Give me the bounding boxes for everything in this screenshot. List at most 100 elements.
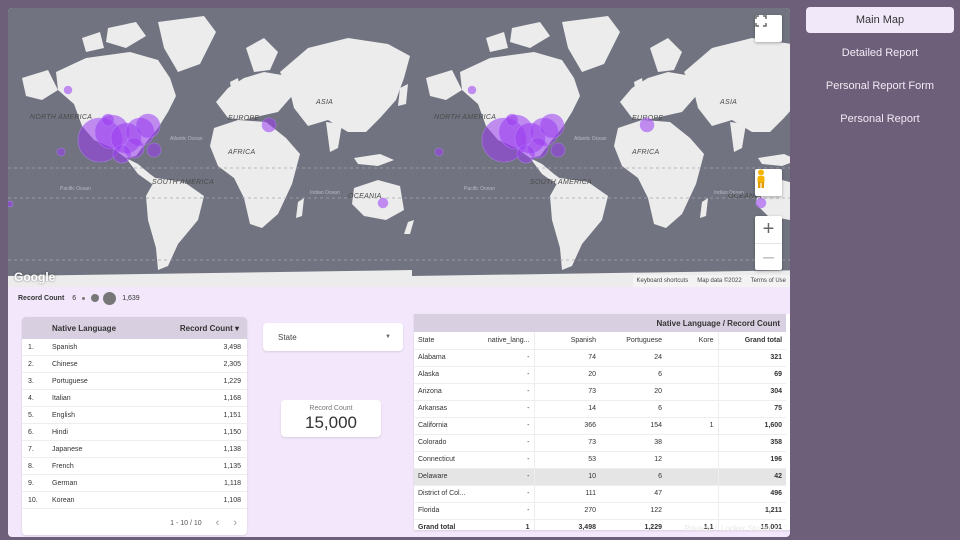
native-language-table: Native Language Record Count ▾ 1. Spanish… <box>22 317 247 535</box>
pivot-cell: 73 <box>534 383 600 401</box>
next-page-icon[interactable]: › <box>233 517 237 529</box>
label-north-america: NORTH AMERICA <box>30 114 92 121</box>
pivot-row[interactable]: Colorado -73 38 358 <box>414 434 787 452</box>
table-row[interactable]: 8. French 1,135 <box>22 458 247 475</box>
pivot-cell: - <box>478 434 535 452</box>
pivot-cell: 10 <box>534 468 600 486</box>
street-view-pegman-button[interactable] <box>755 169 782 196</box>
world-copy-right <box>412 16 790 287</box>
table-header: Native Language Record Count ▾ <box>22 317 247 339</box>
table-row[interactable]: 1. Spanish 3,498 <box>22 339 247 356</box>
pivot-row[interactable]: California -366 154 1 1,600 <box>414 417 787 435</box>
pivot-row[interactable]: Florida -270 122 1,211 <box>414 502 787 520</box>
keyboard-shortcuts-link[interactable]: Keyboard shortcuts <box>637 278 689 284</box>
legend-min-value: 6 <box>72 294 77 302</box>
nav-personal-report-form[interactable]: Personal Report Form <box>806 78 954 94</box>
label-atlantic-2: Atlantic Ocean <box>574 136 607 142</box>
fullscreen-icon <box>755 15 767 27</box>
pivot-cell: - <box>478 400 535 418</box>
pagination: 1 - 10 / 10 ‹ › <box>22 511 247 535</box>
bubble-map[interactable]: NORTH AMERICA SOUTH AMERICA EUROPE AFRIC… <box>8 8 790 287</box>
label-south-america: SOUTH AMERICA <box>152 179 214 186</box>
map-data-text: Map data ©2022 <box>697 278 742 284</box>
pivot-cell: 6 <box>600 400 666 418</box>
pivot-row[interactable]: Arizona -73 20 304 <box>414 383 787 401</box>
sort-desc-icon: ▾ <box>234 323 239 333</box>
pivot-cell: 6 <box>600 366 666 384</box>
pivot-cell: Colorado <box>414 434 478 452</box>
pivot-cell: 69 <box>718 366 787 384</box>
table-row[interactable]: 9. German 1,118 <box>22 475 247 492</box>
pivot-cell: California <box>414 417 478 435</box>
pivot-row[interactable]: Delaware -10 6 42 <box>414 468 787 486</box>
pivot-cell: 6 <box>600 468 666 486</box>
pivot-cell: Delaware <box>414 468 478 486</box>
table-row[interactable]: 7. Japanese 1,138 <box>22 441 247 458</box>
pivot-cell <box>666 451 719 469</box>
prev-page-icon[interactable]: ‹ <box>216 517 220 529</box>
pivot-cell: 154 <box>600 417 666 435</box>
table-row[interactable]: 6. Hindi 1,150 <box>22 424 247 441</box>
pivot-cell: - <box>478 349 535 367</box>
nav-main-map[interactable]: Main Map <box>806 7 954 33</box>
table-row[interactable]: 3. Portuguese 1,229 <box>22 373 247 390</box>
col-portuguese[interactable]: Portuguese <box>600 332 666 350</box>
pivot-cell <box>666 468 719 486</box>
state-filter-label: State <box>278 332 297 342</box>
col-spanish[interactable]: Spanish <box>534 332 600 350</box>
col-native-lang[interactable]: native_lang... <box>478 332 535 350</box>
zoom-in-button[interactable]: + <box>755 216 782 243</box>
table-row[interactable]: 4. Italian 1,168 <box>22 390 247 407</box>
table-body: 1. Spanish 3,498 2. Chinese 2,305 3. Portugue… <box>22 339 247 509</box>
label-indian: Indian Ocean <box>310 190 340 196</box>
looker-studio-link[interactable]: Looker Studio <box>721 524 770 534</box>
pivot-row[interactable]: District of Col... -111 47 496 <box>414 485 787 503</box>
col-record-count[interactable]: Record Count ▾ <box>169 324 247 333</box>
col-korean[interactable]: Kore <box>666 332 719 350</box>
pivot-cell: 122 <box>600 502 666 520</box>
pivot-cell: Arizona <box>414 383 478 401</box>
nav-detailed-report[interactable]: Detailed Report <box>806 45 954 61</box>
label-atlantic: Atlantic Ocean <box>170 136 203 142</box>
pivot-cell: 270 <box>534 502 600 520</box>
pivot-cell: 14 <box>534 400 600 418</box>
pivot-row[interactable]: Alaska -20 6 69 <box>414 366 787 384</box>
col-state[interactable]: State <box>414 332 478 350</box>
pivot-row[interactable]: Connecticut -53 12 196 <box>414 451 787 469</box>
table-row[interactable]: 10. Korean 1,108 <box>22 492 247 509</box>
fullscreen-report-icon[interactable]: ⛶ <box>780 524 786 534</box>
pivot-cell <box>666 502 719 520</box>
pivot-row[interactable]: Arkansas -14 6 75 <box>414 400 787 418</box>
scorecard-label: Record Count <box>309 405 353 412</box>
pivot-row[interactable]: Alabama -74 24 321 <box>414 349 787 367</box>
pivot-cell: 1 <box>666 417 719 435</box>
pivot-cell: 358 <box>718 434 787 452</box>
pivot-title: Native Language / Record Count <box>414 314 787 332</box>
col-grand-total[interactable]: Grand total <box>718 332 787 350</box>
privacy-link[interactable]: Privacy <box>685 524 711 534</box>
map-attribution: Keyboard shortcuts Map data ©2022 Terms … <box>632 275 790 287</box>
label-pacific-2: Pacific Ocean <box>464 186 495 192</box>
legend-label: Record Count <box>18 294 65 302</box>
nav-personal-report[interactable]: Personal Report <box>806 111 954 127</box>
pivot-cell: 366 <box>534 417 600 435</box>
pivot-cell <box>666 400 719 418</box>
table-row[interactable]: 2. Chinese 2,305 <box>22 356 247 373</box>
pivot-cell: - <box>478 383 535 401</box>
pivot-cell: - <box>478 468 535 486</box>
record-count-scorecard: Record Count 15,000 <box>281 400 381 437</box>
world-copy-left <box>8 16 414 287</box>
pivot-cell <box>666 349 719 367</box>
pivot-cell: 196 <box>718 451 787 469</box>
label-africa-2: AFRICA <box>631 149 659 156</box>
zoom-out-button[interactable]: – <box>755 242 782 271</box>
pivot-cell: 53 <box>534 451 600 469</box>
col-native-language[interactable]: Native Language <box>52 324 169 333</box>
terms-link[interactable]: Terms of Use <box>751 278 786 284</box>
scorecard-value: 15,000 <box>305 413 357 432</box>
pivot-cell: 304 <box>718 383 787 401</box>
table-row[interactable]: 5. English 1,151 <box>22 407 247 424</box>
legend-large-dot <box>103 291 117 305</box>
fullscreen-button[interactable] <box>755 15 782 42</box>
state-filter-dropdown[interactable]: State ▼ <box>263 323 403 351</box>
